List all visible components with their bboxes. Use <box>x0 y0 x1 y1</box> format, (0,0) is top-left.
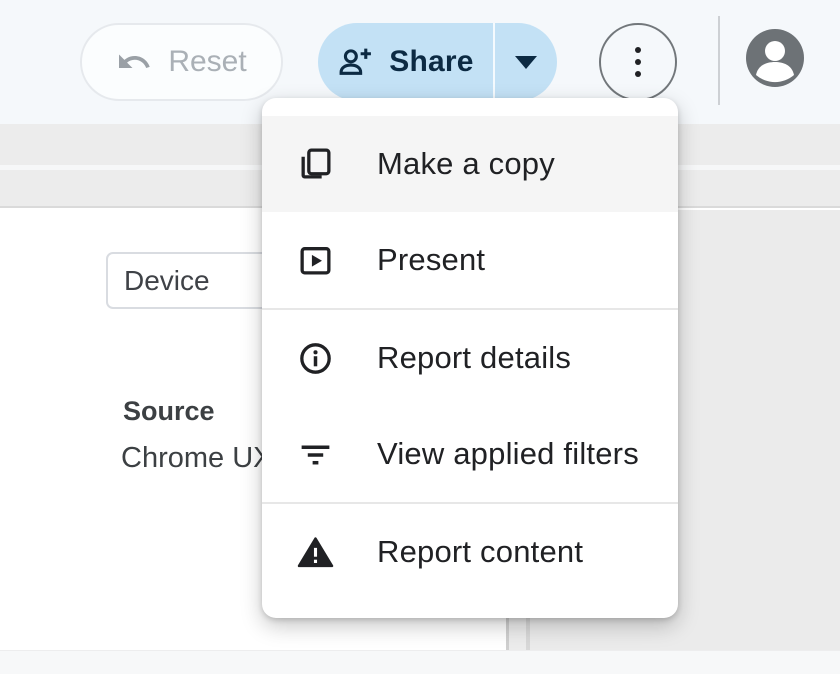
dropdown-caret-icon <box>515 56 537 69</box>
kebab-dot <box>635 71 641 77</box>
undo-icon <box>116 44 152 80</box>
device-filter-label: Device <box>124 265 210 297</box>
menu-item-report-content[interactable]: Report content <box>262 504 678 600</box>
reset-button[interactable]: Reset <box>80 23 283 101</box>
share-button[interactable]: Share <box>318 23 493 101</box>
copy-icon <box>297 146 334 183</box>
menu-item-label: Report content <box>377 534 583 570</box>
share-dropdown-button[interactable] <box>495 23 557 101</box>
menu-item-report-details[interactable]: Report details <box>262 310 678 406</box>
more-options-menu: Make a copy Present Report details <box>262 98 678 618</box>
info-icon <box>297 340 334 377</box>
person-add-icon <box>337 44 374 81</box>
toolbar-divider <box>718 16 720 105</box>
filter-icon <box>297 436 334 473</box>
kebab-dot <box>635 59 641 65</box>
screen: Reset Share <box>0 0 840 674</box>
menu-item-label: Present <box>377 242 485 278</box>
present-icon <box>297 242 334 279</box>
more-options-button[interactable] <box>599 23 677 101</box>
menu-item-present[interactable]: Present <box>262 212 678 308</box>
menu-item-view-applied-filters[interactable]: View applied filters <box>262 406 678 502</box>
account-avatar[interactable] <box>746 29 804 87</box>
footer-strip <box>0 650 840 674</box>
menu-item-label: Make a copy <box>377 146 555 182</box>
menu-item-label: Report details <box>377 340 571 376</box>
menu-item-make-a-copy[interactable]: Make a copy <box>262 116 678 212</box>
reset-button-label: Reset <box>168 45 246 79</box>
share-split-button: Share <box>318 23 557 101</box>
kebab-dot <box>635 47 641 53</box>
source-label: Source <box>123 396 215 427</box>
menu-item-label: View applied filters <box>377 436 639 472</box>
warning-icon <box>297 534 334 571</box>
share-button-label: Share <box>389 45 473 79</box>
